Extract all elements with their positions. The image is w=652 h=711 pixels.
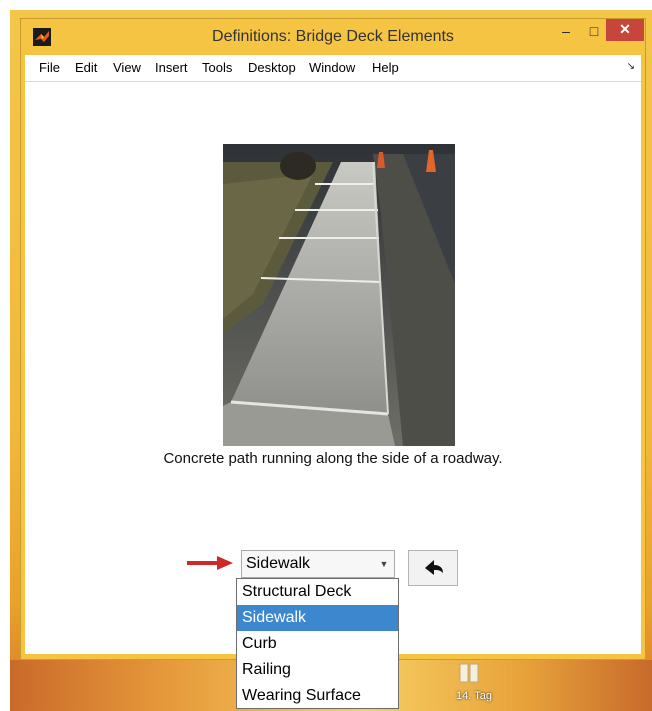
menu-edit[interactable]: Edit [75,60,97,75]
dropdown-option-sidewalk[interactable]: Sidewalk [237,605,398,631]
dropdown-option-structural-deck[interactable]: Structural Deck [237,579,398,605]
back-button[interactable] [408,550,458,586]
desktop-file-icon[interactable] [456,662,486,684]
back-arrow-icon [425,560,443,575]
menu-desktop[interactable]: Desktop [248,60,296,75]
toolbar-toggle-icon[interactable]: ↘ [627,61,635,72]
dropdown-option-railing[interactable]: Railing [237,657,398,683]
close-button[interactable]: ✕ [606,19,644,41]
minimize-button[interactable]: – [553,21,579,43]
menu-view[interactable]: View [113,60,141,75]
menu-help[interactable]: Help [372,60,399,75]
chevron-down-icon[interactable]: ▼ [376,553,392,575]
element-dropdown-list: Structural Deck Sidewalk Curb Railing We… [236,578,399,709]
menu-bar: File Edit View Insert Tools Desktop Wind… [25,55,641,82]
image-caption: Concrete path running along the side of … [163,450,503,467]
red-arrow-icon [187,556,233,570]
element-select[interactable]: Sidewalk ▼ [241,550,395,578]
figure-window: Definitions: Bridge Deck Elements – □ ✕ … [20,18,646,660]
menu-tools[interactable]: Tools [202,60,232,75]
menu-window[interactable]: Window [309,60,355,75]
dropdown-option-wearing-surface[interactable]: Wearing Surface [237,683,398,709]
desktop-icon-label[interactable]: 14. Tag [444,690,504,702]
sidewalk-photo [223,144,455,446]
menu-file[interactable]: File [39,60,60,75]
menu-insert[interactable]: Insert [155,60,188,75]
element-select-value: Sidewalk [246,555,311,572]
title-bar[interactable]: Definitions: Bridge Deck Elements – □ ✕ [21,19,645,55]
window-title: Definitions: Bridge Deck Elements [212,28,454,45]
figure-canvas: Concrete path running along the side of … [25,82,641,654]
dropdown-option-curb[interactable]: Curb [237,631,398,657]
maximize-button[interactable]: □ [581,21,607,43]
